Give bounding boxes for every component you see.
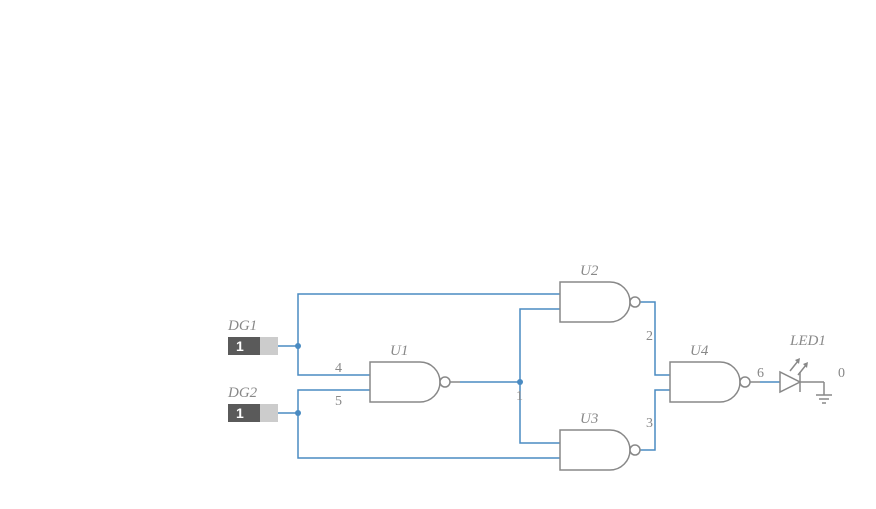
- pin-6: 6: [757, 366, 764, 381]
- led-label: LED1: [789, 333, 826, 349]
- pin-2: 2: [646, 329, 653, 344]
- source-dg2[interactable]: 1 DG2: [227, 385, 278, 422]
- gate-u2: U2: [560, 263, 640, 322]
- source-dg1[interactable]: 1 DG1: [227, 318, 278, 355]
- u2-label: U2: [580, 263, 599, 279]
- u3-label: U3: [580, 411, 598, 427]
- u1-label: U1: [390, 343, 408, 359]
- gate-u3: U3: [560, 411, 640, 470]
- pin-4: 4: [335, 361, 342, 376]
- pin-5: 5: [335, 394, 342, 409]
- u4-label: U4: [690, 343, 709, 359]
- pin-1: 1: [516, 389, 523, 404]
- pin-0: 0: [838, 366, 845, 381]
- dg1-value: 1: [236, 338, 244, 354]
- pin-3: 3: [646, 416, 653, 431]
- gate-u4: U4: [670, 343, 760, 402]
- gate-u1: U1: [370, 343, 460, 402]
- led-icon: LED1: [780, 333, 832, 403]
- dg2-value: 1: [236, 405, 244, 421]
- dg1-label: DG1: [227, 318, 257, 334]
- dg2-label: DG2: [227, 385, 258, 401]
